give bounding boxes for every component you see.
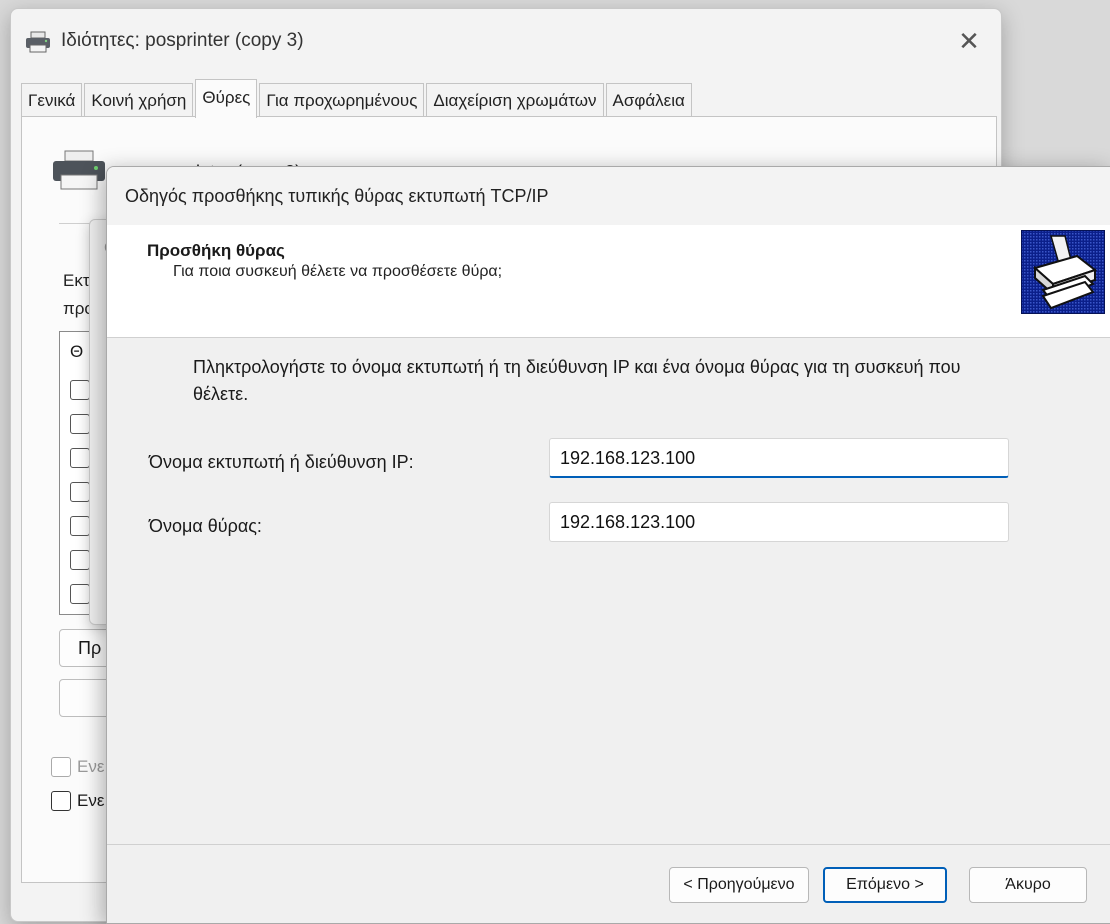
- port-checkbox[interactable]: [70, 516, 90, 536]
- port-checkbox[interactable]: [70, 584, 90, 604]
- tab-ports[interactable]: Θύρες: [195, 79, 258, 118]
- tab-sharing[interactable]: Κοινή χρήση: [84, 83, 194, 117]
- port-checkbox[interactable]: [70, 414, 90, 434]
- printer-name-or-ip-label: Όνομα εκτυπωτή ή διεύθυνση IP:: [149, 452, 414, 472]
- printer-pooling-checkbox[interactable]: [51, 791, 71, 811]
- wizard-step-subtitle: Για ποια συσκευή θέλετε να προσθέσετε θύ…: [173, 263, 503, 280]
- close-icon[interactable]: ✕: [947, 21, 991, 61]
- properties-title-bar: Ιδιότητες: posprinter (copy 3) ✕: [11, 9, 1001, 69]
- tab-general[interactable]: Γενικά: [21, 83, 83, 117]
- wizard-title: Οδηγός προσθήκης τυπικής θύρας εκτυπωτή …: [125, 186, 549, 206]
- port-name-label: Όνομα θύρας:: [149, 516, 262, 536]
- printer-port-wizard-icon: [1021, 230, 1105, 314]
- port-checkbox[interactable]: [70, 550, 90, 570]
- tab-color-management[interactable]: Διαχείριση χρωμάτων: [426, 83, 604, 117]
- properties-tab-strip: Γενικά Κοινή χρήση Θύρες Για προχωρημένο…: [21, 79, 694, 118]
- properties-window-title: Ιδιότητες: posprinter (copy 3): [61, 30, 304, 51]
- printer-large-icon: [53, 150, 105, 190]
- port-checkbox[interactable]: [70, 482, 90, 502]
- wizard-step-title: Προσθήκη θύρας: [147, 241, 285, 260]
- footer-divider: [107, 844, 1110, 845]
- ports-list-column-header[interactable]: Θ: [70, 342, 83, 362]
- port-name-input[interactable]: 192.168.123.100: [549, 502, 1009, 542]
- bidirectional-label: Ενε: [77, 757, 105, 776]
- port-checkbox[interactable]: [70, 380, 90, 400]
- printer-pooling-label: Ενε: [77, 791, 105, 810]
- wizard-instruction: Πληκτρολογήστε το όνομα εκτυπωτή ή τη δι…: [193, 357, 961, 404]
- back-button[interactable]: < Προηγούμενο: [669, 867, 809, 903]
- port-checkbox[interactable]: [70, 448, 90, 468]
- cancel-button[interactable]: Άκυρο: [969, 867, 1087, 903]
- tab-advanced[interactable]: Για προχωρημένους: [259, 83, 425, 117]
- wizard-body: Πληκτρολογήστε το όνομα εκτυπωτή ή τη δι…: [107, 338, 1110, 844]
- printer-name-or-ip-input[interactable]: 192.168.123.100: [549, 438, 1009, 478]
- wizard-header: Προσθήκη θύρας Για ποια συσκευή θέλετε ν…: [107, 225, 1110, 338]
- next-button[interactable]: Επόμενο >: [823, 867, 947, 903]
- printer-icon: [26, 31, 50, 53]
- bidirectional-checkbox: [51, 757, 71, 777]
- tab-security[interactable]: Ασφάλεια: [605, 83, 692, 117]
- add-tcpip-port-wizard: Οδηγός προσθήκης τυπικής θύρας εκτυπωτή …: [106, 166, 1110, 924]
- wizard-title-bar: Οδηγός προσθήκης τυπικής θύρας εκτυπωτή …: [107, 167, 1110, 225]
